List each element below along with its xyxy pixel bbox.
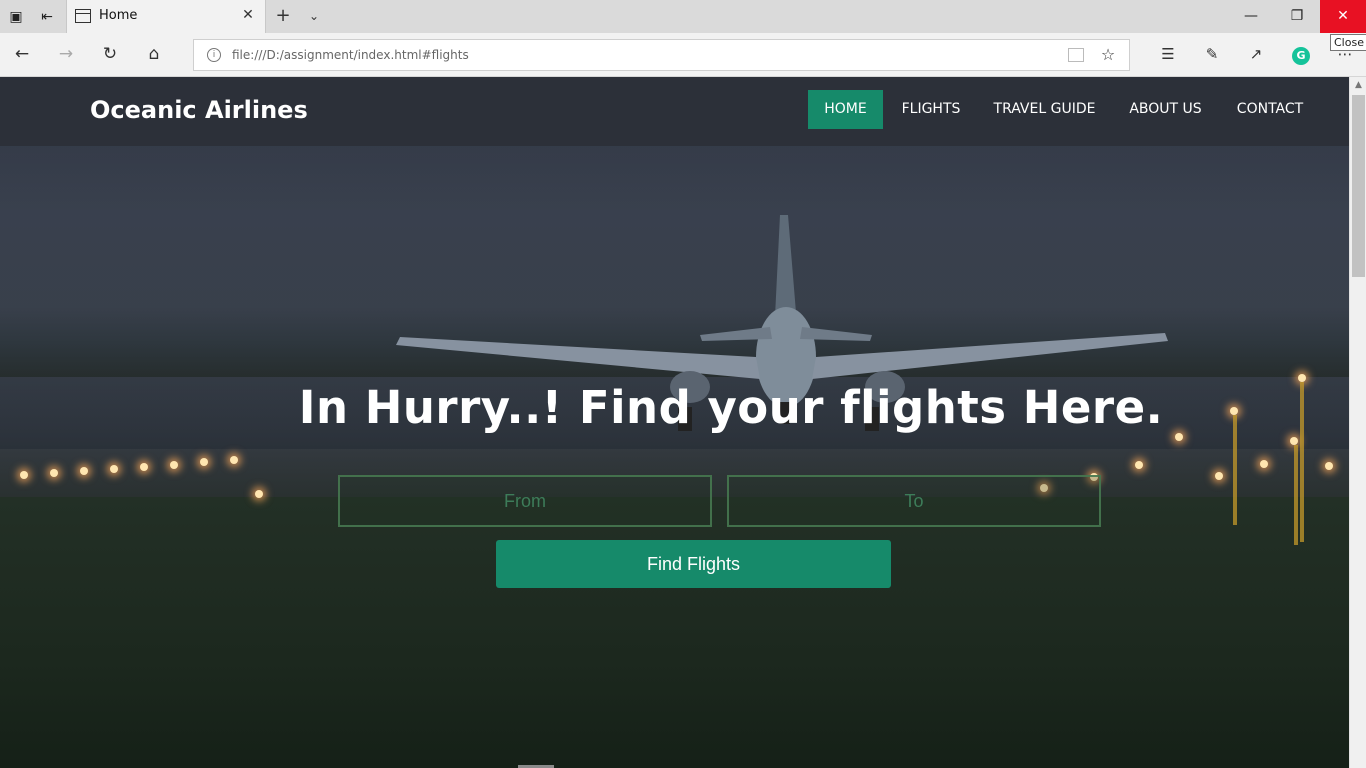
tab-actions-icon[interactable]: ▣ bbox=[7, 8, 25, 26]
forward-arrow-icon[interactable]: → bbox=[55, 43, 77, 65]
tab-title: Home bbox=[99, 8, 138, 23]
browser-toolbar: ← → ↻ ⌂ i file:///D:/assignment/index.ht… bbox=[0, 33, 1366, 77]
pen-icon[interactable]: ✎ bbox=[1201, 43, 1223, 65]
chevron-down-icon[interactable]: ⌄ bbox=[305, 6, 323, 26]
plus-icon[interactable]: + bbox=[274, 6, 292, 26]
page-icon bbox=[75, 9, 91, 23]
set-aside-tabs-icon[interactable]: ⇤ bbox=[38, 8, 56, 26]
close-icon[interactable]: ✕ bbox=[239, 6, 257, 24]
favorites-hub-icon[interactable]: ☰ bbox=[1157, 43, 1179, 65]
tab-bar: ▣ ⇤ Home ✕ + ⌄ — ❐ ✕ bbox=[0, 0, 1366, 33]
grammarly-icon[interactable]: G bbox=[1290, 43, 1312, 65]
site-header: Oceanic Airlines HOME FLIGHTS TRAVEL GUI… bbox=[0, 77, 1349, 146]
site-logo[interactable]: Oceanic Airlines bbox=[90, 96, 308, 124]
restore-icon[interactable]: ❐ bbox=[1274, 0, 1320, 33]
scrollbar-thumb[interactable] bbox=[1352, 95, 1365, 277]
share-icon[interactable]: ↗ bbox=[1245, 43, 1267, 65]
close-tooltip: Close bbox=[1330, 34, 1366, 51]
home-icon[interactable]: ⌂ bbox=[143, 43, 165, 65]
star-icon[interactable]: ☆ bbox=[1099, 45, 1117, 65]
from-input[interactable] bbox=[338, 475, 712, 527]
window-close-button[interactable]: ✕ bbox=[1320, 0, 1366, 33]
nav-about-us[interactable]: ABOUT US bbox=[1117, 90, 1214, 129]
nav-flights[interactable]: FLIGHTS bbox=[890, 90, 972, 129]
address-url[interactable]: file:///D:/assignment/index.html#flights bbox=[232, 48, 469, 62]
find-flights-button[interactable]: Find Flights bbox=[496, 540, 891, 588]
info-icon[interactable]: i bbox=[207, 48, 221, 62]
back-arrow-icon[interactable]: ← bbox=[11, 43, 33, 65]
nav-travel-guide[interactable]: TRAVEL GUIDE bbox=[983, 90, 1106, 129]
page-viewport: Oceanic Airlines HOME FLIGHTS TRAVEL GUI… bbox=[0, 77, 1349, 768]
reading-view-icon[interactable] bbox=[1068, 48, 1084, 62]
browser-tab[interactable]: Home ✕ bbox=[66, 0, 266, 33]
page-scrollbar[interactable]: ▲ bbox=[1349, 77, 1366, 768]
scroll-up-icon[interactable]: ▲ bbox=[1350, 77, 1366, 94]
minimize-icon[interactable]: — bbox=[1228, 0, 1274, 33]
to-input[interactable] bbox=[727, 475, 1101, 527]
refresh-icon[interactable]: ↻ bbox=[99, 43, 121, 65]
hero-title: In Hurry..! Find your flights Here. bbox=[298, 381, 1164, 434]
address-bar[interactable]: i file:///D:/assignment/index.html#fligh… bbox=[193, 39, 1130, 71]
nav-contact[interactable]: CONTACT bbox=[1225, 90, 1315, 129]
nav-home[interactable]: HOME bbox=[808, 90, 883, 129]
